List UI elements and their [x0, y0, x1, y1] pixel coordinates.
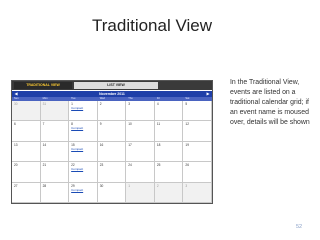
day-number: 18	[156, 142, 161, 147]
day-number: 16	[99, 142, 104, 147]
calendar-day-cell[interactable]: 1 Compact	[69, 101, 98, 122]
calendar-day-cell[interactable]: 15 Compact	[69, 141, 98, 163]
calendar-day-cell[interactable]: 3	[183, 182, 212, 203]
calendar-day-cell[interactable]: 5	[183, 101, 212, 122]
day-number: 25	[156, 163, 161, 168]
day-number: 23	[99, 163, 104, 168]
day-number: 1	[128, 183, 131, 188]
calendar-day-cell[interactable]: 10	[126, 121, 155, 142]
calendar-day-cell[interactable]: 30	[12, 101, 41, 122]
event-link[interactable]: Compact	[71, 188, 83, 192]
calendar-day-cell[interactable]: 26	[183, 162, 212, 183]
day-number: 2	[99, 102, 102, 106]
calendar-day-cell[interactable]: 25	[154, 162, 184, 183]
calendar-day-cell[interactable]: 21	[40, 162, 70, 183]
calendar-day-cell[interactable]: 16	[97, 141, 127, 163]
calendar-day-cell[interactable]: 22 Compact	[69, 162, 98, 183]
day-number: 19	[185, 142, 189, 147]
calendar-day-cell[interactable]: 17	[126, 141, 155, 163]
day-number: 20	[14, 163, 18, 168]
tab-list-view[interactable]: LIST VIEW	[74, 82, 158, 89]
calendar-day-cell[interactable]: 31	[40, 101, 70, 122]
day-number: 5	[185, 102, 188, 106]
view-tabs: TRADITIONAL VIEW LIST VIEW	[12, 81, 212, 90]
day-number: 30	[99, 183, 104, 188]
calendar-day-cell[interactable]: 6	[12, 121, 41, 142]
day-number: 27	[14, 183, 18, 188]
slide-title: Traditional View	[92, 16, 213, 35]
slide-number: 52	[296, 224, 303, 230]
calendar-day-cell[interactable]: 29 Compact	[69, 182, 98, 203]
day-number: 14	[42, 142, 47, 147]
day-number: 31	[42, 102, 47, 106]
calendar-day-cell[interactable]: 13	[12, 141, 41, 163]
day-number: 3	[185, 183, 188, 188]
event-link[interactable]: Compact	[71, 147, 83, 151]
calendar-day-cell[interactable]: 2	[154, 182, 184, 203]
event-link[interactable]: Compact	[71, 126, 83, 130]
calendar-day-cell[interactable]: 24	[126, 162, 155, 183]
calendar-day-cell[interactable]: 18	[154, 141, 184, 163]
calendar-day-cell[interactable]: 2	[97, 101, 127, 122]
day-number: 12	[185, 122, 189, 127]
day-number: 28	[42, 183, 47, 188]
day-number: 6	[14, 122, 16, 127]
calendar-day-cell[interactable]: 28	[40, 182, 70, 203]
tab-traditional-view[interactable]: TRADITIONAL VIEW	[14, 82, 72, 89]
calendar-day-cell[interactable]: 11	[154, 121, 184, 142]
day-number: 30	[14, 102, 18, 106]
day-number: 10	[128, 122, 132, 127]
calendar-screenshot: TRADITIONAL VIEW LIST VIEW ◀ November 20…	[11, 80, 213, 204]
day-number: 13	[14, 142, 18, 147]
calendar-day-cell[interactable]: 27	[12, 182, 41, 203]
calendar-day-cell[interactable]: 23	[97, 162, 127, 183]
calendar-day-cell[interactable]: 9	[97, 121, 127, 142]
day-number: 4	[156, 102, 159, 106]
calendar-day-cell[interactable]: 14	[40, 141, 70, 163]
calendar-day-cell[interactable]: 3	[126, 101, 155, 122]
day-number: 9	[99, 122, 102, 127]
event-link[interactable]: Compact	[71, 167, 83, 171]
day-number: 7	[42, 122, 45, 127]
calendar-day-cell[interactable]: 12	[183, 121, 212, 142]
day-number: 2	[156, 183, 159, 188]
day-number: 26	[185, 163, 189, 168]
calendar-grid: 30 31 1 Compact 2 3 4 5 6 7 8 Compact 9 10 11 12 13 14 15 C…	[12, 101, 212, 203]
day-number: 24	[128, 163, 132, 168]
calendar-day-cell[interactable]: 30	[97, 182, 127, 203]
calendar-day-cell[interactable]: 20	[12, 162, 41, 183]
event-link[interactable]: Compact	[71, 106, 83, 110]
day-number: 3	[128, 102, 131, 106]
calendar-day-cell[interactable]: 19	[183, 141, 212, 163]
calendar-day-cell[interactable]: 1	[126, 182, 155, 203]
slide-description: In the Traditional View, events are list…	[230, 79, 310, 126]
day-number: 11	[156, 122, 161, 127]
calendar-day-cell[interactable]: 7	[40, 121, 70, 142]
calendar-day-cell[interactable]: 8 Compact	[69, 121, 98, 142]
day-number: 21	[42, 163, 47, 168]
day-number: 17	[128, 142, 132, 147]
calendar-day-cell[interactable]: 4	[154, 101, 184, 122]
